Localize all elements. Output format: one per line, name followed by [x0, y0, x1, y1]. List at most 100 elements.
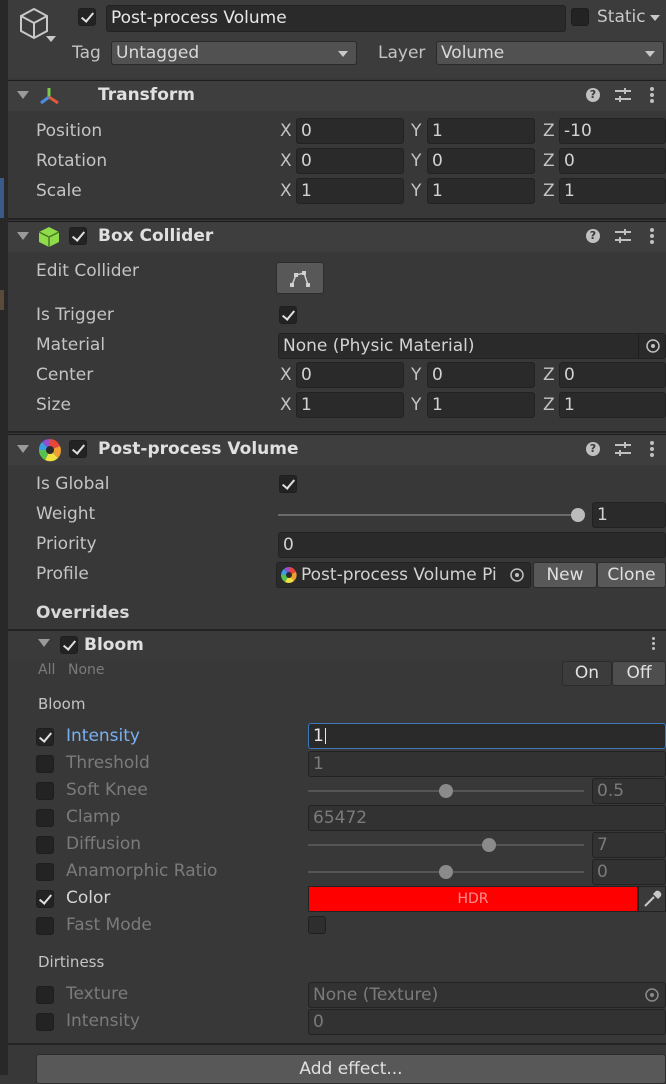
active-checkbox[interactable]	[78, 8, 96, 26]
is-global-checkbox[interactable]	[279, 475, 297, 493]
size-y-field[interactable]: 1	[427, 392, 535, 418]
overrides-heading: Overrides	[36, 603, 130, 623]
scale-x-field[interactable]: 1	[296, 178, 404, 204]
bloom-context-menu-icon[interactable]	[652, 637, 656, 652]
axis-x-label[interactable]: X	[280, 395, 292, 415]
context-menu-icon[interactable]	[650, 87, 654, 105]
icon-dropdown-arrow[interactable]	[46, 36, 56, 42]
scale-y-field[interactable]: 1	[427, 178, 535, 204]
soft-knee-override-checkbox[interactable]	[36, 782, 54, 800]
new-profile-button[interactable]: New	[533, 562, 597, 588]
diffusion-override-checkbox[interactable]	[36, 836, 54, 854]
position-y-field[interactable]: 1	[427, 118, 535, 144]
axis-y-label[interactable]: Y	[411, 395, 421, 415]
static-checkbox[interactable]	[571, 8, 589, 26]
intensity-override-checkbox[interactable]	[36, 728, 54, 746]
anamorphic-field[interactable]: 0	[592, 859, 666, 885]
material-field[interactable]: None (Physic Material)	[278, 333, 666, 359]
ppv-fold-arrow[interactable]	[17, 445, 29, 453]
presets-icon[interactable]	[615, 442, 631, 456]
texture-override-checkbox[interactable]	[36, 986, 54, 1004]
is-trigger-checkbox[interactable]	[279, 306, 297, 324]
center-z-field[interactable]: 0	[559, 362, 666, 388]
soft-knee-field[interactable]: 0.5	[592, 778, 666, 804]
toggle-all-link[interactable]: All	[38, 662, 55, 678]
diffusion-field[interactable]: 7	[592, 832, 666, 858]
weight-field[interactable]: 1	[592, 502, 666, 528]
clamp-override-checkbox[interactable]	[36, 809, 54, 827]
axis-y-label[interactable]: Y	[411, 365, 421, 385]
axis-z-label[interactable]: Z	[543, 121, 555, 141]
diffusion-slider-track[interactable]	[308, 844, 584, 846]
context-menu-icon[interactable]	[650, 441, 654, 459]
size-x-field[interactable]: 1	[296, 392, 404, 418]
object-name-field[interactable]: Post-process Volume	[106, 5, 566, 32]
axis-x-label[interactable]: X	[280, 121, 292, 141]
anamorphic-override-checkbox[interactable]	[36, 863, 54, 881]
box-collider-enabled-checkbox[interactable]	[69, 227, 87, 245]
texture-picker-button[interactable]	[638, 982, 666, 1008]
threshold-field[interactable]: 1	[308, 751, 666, 777]
center-x-field[interactable]: 0	[296, 362, 404, 388]
weight-slider-knob[interactable]	[571, 508, 585, 522]
axis-z-label[interactable]: Z	[543, 151, 555, 171]
clamp-field[interactable]: 65472	[308, 805, 666, 831]
dirt-intensity-field[interactable]: 0	[308, 1009, 666, 1035]
transform-fold-arrow[interactable]	[17, 91, 29, 99]
axis-z-label[interactable]: Z	[543, 181, 555, 201]
context-menu-icon[interactable]	[650, 228, 654, 246]
ppv-enabled-checkbox[interactable]	[69, 440, 87, 458]
edit-collider-button[interactable]	[276, 262, 324, 294]
axis-z-label[interactable]: Z	[543, 365, 555, 385]
gameobject-cube-icon	[20, 7, 48, 40]
help-icon[interactable]: ?	[586, 229, 600, 243]
dirt-intensity-override-checkbox[interactable]	[36, 1013, 54, 1031]
add-effect-button[interactable]: Add effect...	[36, 1054, 666, 1084]
soft-knee-slider-knob[interactable]	[439, 784, 453, 798]
center-y-field[interactable]: 0	[427, 362, 535, 388]
eyedropper-button[interactable]	[638, 886, 666, 912]
size-z-field[interactable]: 1	[559, 392, 666, 418]
clone-profile-button[interactable]: Clone	[597, 562, 666, 588]
tag-dropdown[interactable]: Untagged	[111, 41, 357, 65]
presets-icon[interactable]	[615, 88, 631, 102]
axis-x-label[interactable]: X	[280, 181, 292, 201]
axis-z-label[interactable]: Z	[543, 395, 555, 415]
color-override-checkbox[interactable]	[36, 890, 54, 908]
axis-x-label[interactable]: X	[280, 365, 292, 385]
off-toggle-button[interactable]: Off	[612, 661, 666, 686]
position-x-field[interactable]: 0	[296, 118, 404, 144]
presets-icon[interactable]	[615, 229, 631, 243]
axis-y-label[interactable]: Y	[411, 151, 421, 171]
rotation-z-field[interactable]: 0	[559, 148, 666, 174]
profile-picker-button[interactable]	[504, 562, 530, 588]
layer-dropdown[interactable]: Volume	[436, 41, 664, 65]
object-picker-button[interactable]	[638, 333, 666, 359]
axis-y-label[interactable]: Y	[411, 181, 421, 201]
rotation-y-field[interactable]: 0	[427, 148, 535, 174]
axis-y-label[interactable]: Y	[411, 121, 421, 141]
bloom-fold-arrow[interactable]	[38, 639, 50, 647]
weight-slider-track[interactable]	[278, 514, 578, 516]
threshold-override-checkbox[interactable]	[36, 755, 54, 773]
on-toggle-button[interactable]: On	[562, 661, 612, 686]
color-swatch[interactable]: HDR	[308, 886, 638, 912]
fast-mode-checkbox[interactable]	[308, 916, 326, 934]
fast-mode-override-checkbox[interactable]	[36, 917, 54, 935]
scale-z-field[interactable]: 1	[559, 178, 666, 204]
texture-field[interactable]: None (Texture)	[308, 982, 666, 1008]
axis-x-label[interactable]: X	[280, 151, 292, 171]
priority-field[interactable]: 0	[278, 532, 666, 558]
box-collider-fold-arrow[interactable]	[17, 232, 29, 240]
intensity-field[interactable]: 1	[308, 723, 666, 749]
help-icon[interactable]: ?	[586, 442, 600, 456]
toggle-none-link[interactable]: None	[68, 662, 105, 678]
help-icon[interactable]: ?	[586, 88, 600, 102]
anamorphic-slider-knob[interactable]	[439, 865, 453, 879]
position-z-field[interactable]: -10	[559, 118, 666, 144]
profile-field[interactable]: Post-process Volume Pi	[276, 562, 531, 588]
static-dropdown-arrow[interactable]	[650, 15, 660, 21]
bloom-enabled-checkbox[interactable]	[60, 636, 78, 654]
diffusion-slider-knob[interactable]	[481, 838, 496, 852]
rotation-x-field[interactable]: 0	[296, 148, 404, 174]
